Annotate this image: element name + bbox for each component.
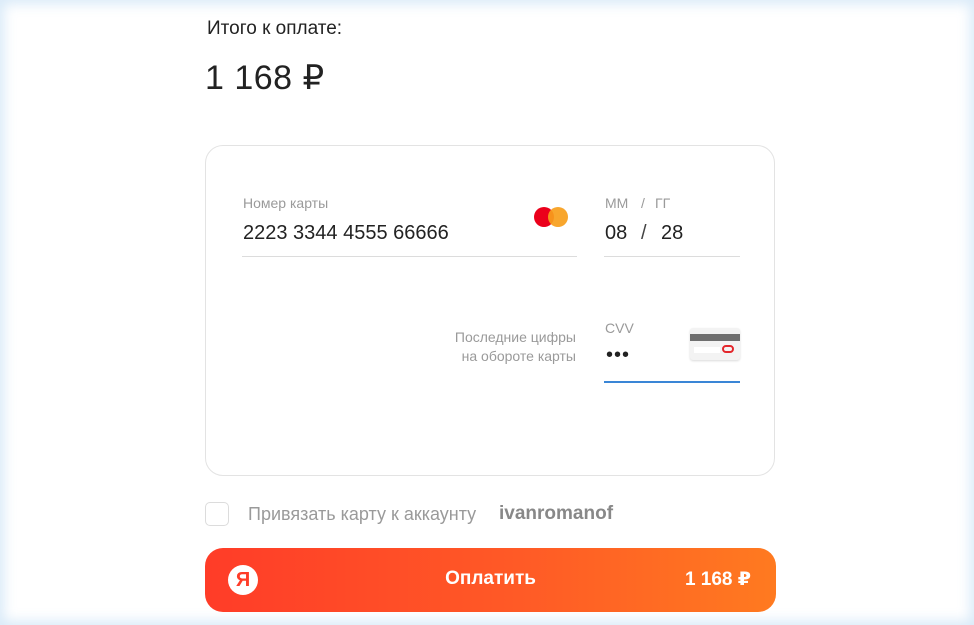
expiry-month-label: ММ: [605, 195, 629, 211]
card-back-cvv-icon: [690, 328, 740, 360]
expiry-year-input[interactable]: 28: [661, 222, 683, 245]
cvv-hint-line2: на обороте карты: [461, 348, 576, 364]
card-number-label: Номер карты: [243, 195, 329, 211]
cvv-hint: Последние цифры на обороте карты: [400, 328, 576, 366]
expiry-underline: [604, 256, 740, 257]
bind-card-label: Привязать карту к аккаунту: [248, 504, 477, 524]
total-title: Итого к оплате:: [207, 18, 343, 39]
total-amount: 1 168 ₽: [205, 59, 325, 97]
payment-page: Итого к оплате: 1 168 ₽ Номер карты 2223…: [0, 0, 974, 625]
card-number-underline: [242, 256, 577, 257]
cvv-label: CVV: [605, 320, 634, 336]
expiry-label-separator: /: [641, 195, 645, 211]
cvv-hint-line1: Последние цифры: [454, 329, 576, 345]
pay-button[interactable]: Я Оплатить 1 168 ₽: [205, 548, 776, 612]
mastercard-icon: [534, 207, 570, 229]
bind-card-username: ivanromanof: [499, 503, 614, 524]
bind-card-checkbox[interactable]: [205, 502, 229, 526]
cvv-input[interactable]: •••: [606, 344, 630, 367]
expiry-month-input[interactable]: 08: [605, 222, 627, 245]
cvv-underline: [604, 381, 740, 383]
expiry-year-label: ГГ: [655, 195, 671, 211]
card-number-input[interactable]: 2223 3344 4555 66666: [243, 222, 449, 245]
expiry-separator: /: [641, 222, 647, 244]
pay-button-amount: 1 168 ₽: [684, 569, 751, 590]
